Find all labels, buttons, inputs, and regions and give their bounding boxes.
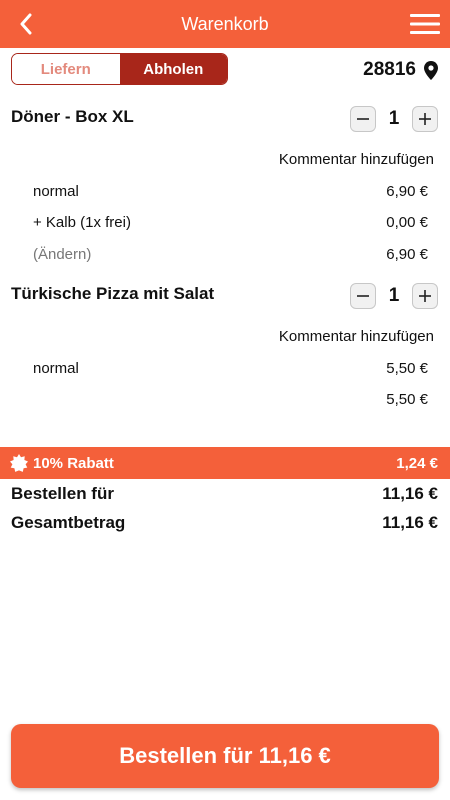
delivery-mode-toggle: Liefern Abholen — [11, 53, 228, 85]
line-item-label: normal — [33, 183, 79, 200]
line-item-label: + Kalb (1x frei) — [33, 214, 131, 231]
hamburger-icon — [410, 14, 440, 34]
plus-icon — [419, 290, 431, 302]
cart-item-name: Türkische Pizza mit Salat — [11, 284, 215, 303]
line-item-label: normal — [33, 360, 79, 377]
grand-total-label: Gesamtbetrag — [11, 513, 126, 532]
discount-badge-icon — [10, 454, 28, 472]
change-options-link[interactable]: (Ändern) — [33, 246, 91, 266]
quantity-stepper: 1 — [350, 283, 438, 309]
grand-total-value: 11,16 € — [382, 513, 438, 532]
discount-label: 10% Rabatt — [33, 454, 114, 472]
order-for-label: Bestellen für — [11, 484, 114, 503]
minus-icon — [357, 295, 369, 297]
add-comment-link[interactable]: Kommentar hinzufügen — [279, 151, 434, 168]
quantity-value: 1 — [388, 108, 400, 129]
item-subtotal: 6,90 € — [386, 246, 428, 263]
quantity-value: 1 — [388, 285, 400, 306]
discount-bar: 10% Rabatt 1,24 € — [0, 447, 450, 479]
increase-quantity-button[interactable] — [412, 106, 438, 132]
line-item: 5,50 € — [33, 391, 428, 411]
cart-item-name: Döner - Box XL — [11, 107, 134, 126]
grand-total-row: Gesamtbetrag 11,16 € — [11, 511, 438, 535]
place-order-label: Bestellen für 11,16 € — [119, 743, 331, 768]
order-for-row: Bestellen für 11,16 € — [11, 482, 438, 506]
order-for-value: 11,16 € — [382, 484, 438, 503]
app-header: Warenkorb — [0, 0, 450, 48]
page-title: Warenkorb — [181, 14, 269, 34]
location-selector[interactable]: 28816 — [363, 56, 438, 84]
increase-quantity-button[interactable] — [412, 283, 438, 309]
quantity-stepper: 1 — [350, 106, 438, 132]
menu-button[interactable] — [408, 10, 442, 38]
decrease-quantity-button[interactable] — [350, 283, 376, 309]
line-item: (Ändern) 6,90 € — [33, 246, 428, 266]
line-item-price: 5,50 € — [386, 360, 428, 377]
item-subtotal: 5,50 € — [386, 391, 428, 408]
decrease-quantity-button[interactable] — [350, 106, 376, 132]
place-order-button[interactable]: Bestellen für 11,16 € — [11, 724, 439, 788]
postal-code: 28816 — [363, 59, 416, 80]
minus-icon — [357, 118, 369, 120]
line-item: normal 5,50 € — [33, 360, 428, 380]
line-item-price: 0,00 € — [386, 214, 428, 231]
line-item-price: 6,90 € — [386, 183, 428, 200]
plus-icon — [419, 113, 431, 125]
add-comment-link[interactable]: Kommentar hinzufügen — [279, 328, 434, 345]
line-item: + Kalb (1x frei) 0,00 € — [33, 214, 428, 234]
pickup-option[interactable]: Abholen — [119, 54, 227, 84]
deliver-option[interactable]: Liefern — [12, 54, 120, 84]
discount-amount: 1,24 € — [396, 454, 438, 472]
location-pin-icon — [424, 60, 438, 80]
line-item: normal 6,90 € — [33, 183, 428, 203]
